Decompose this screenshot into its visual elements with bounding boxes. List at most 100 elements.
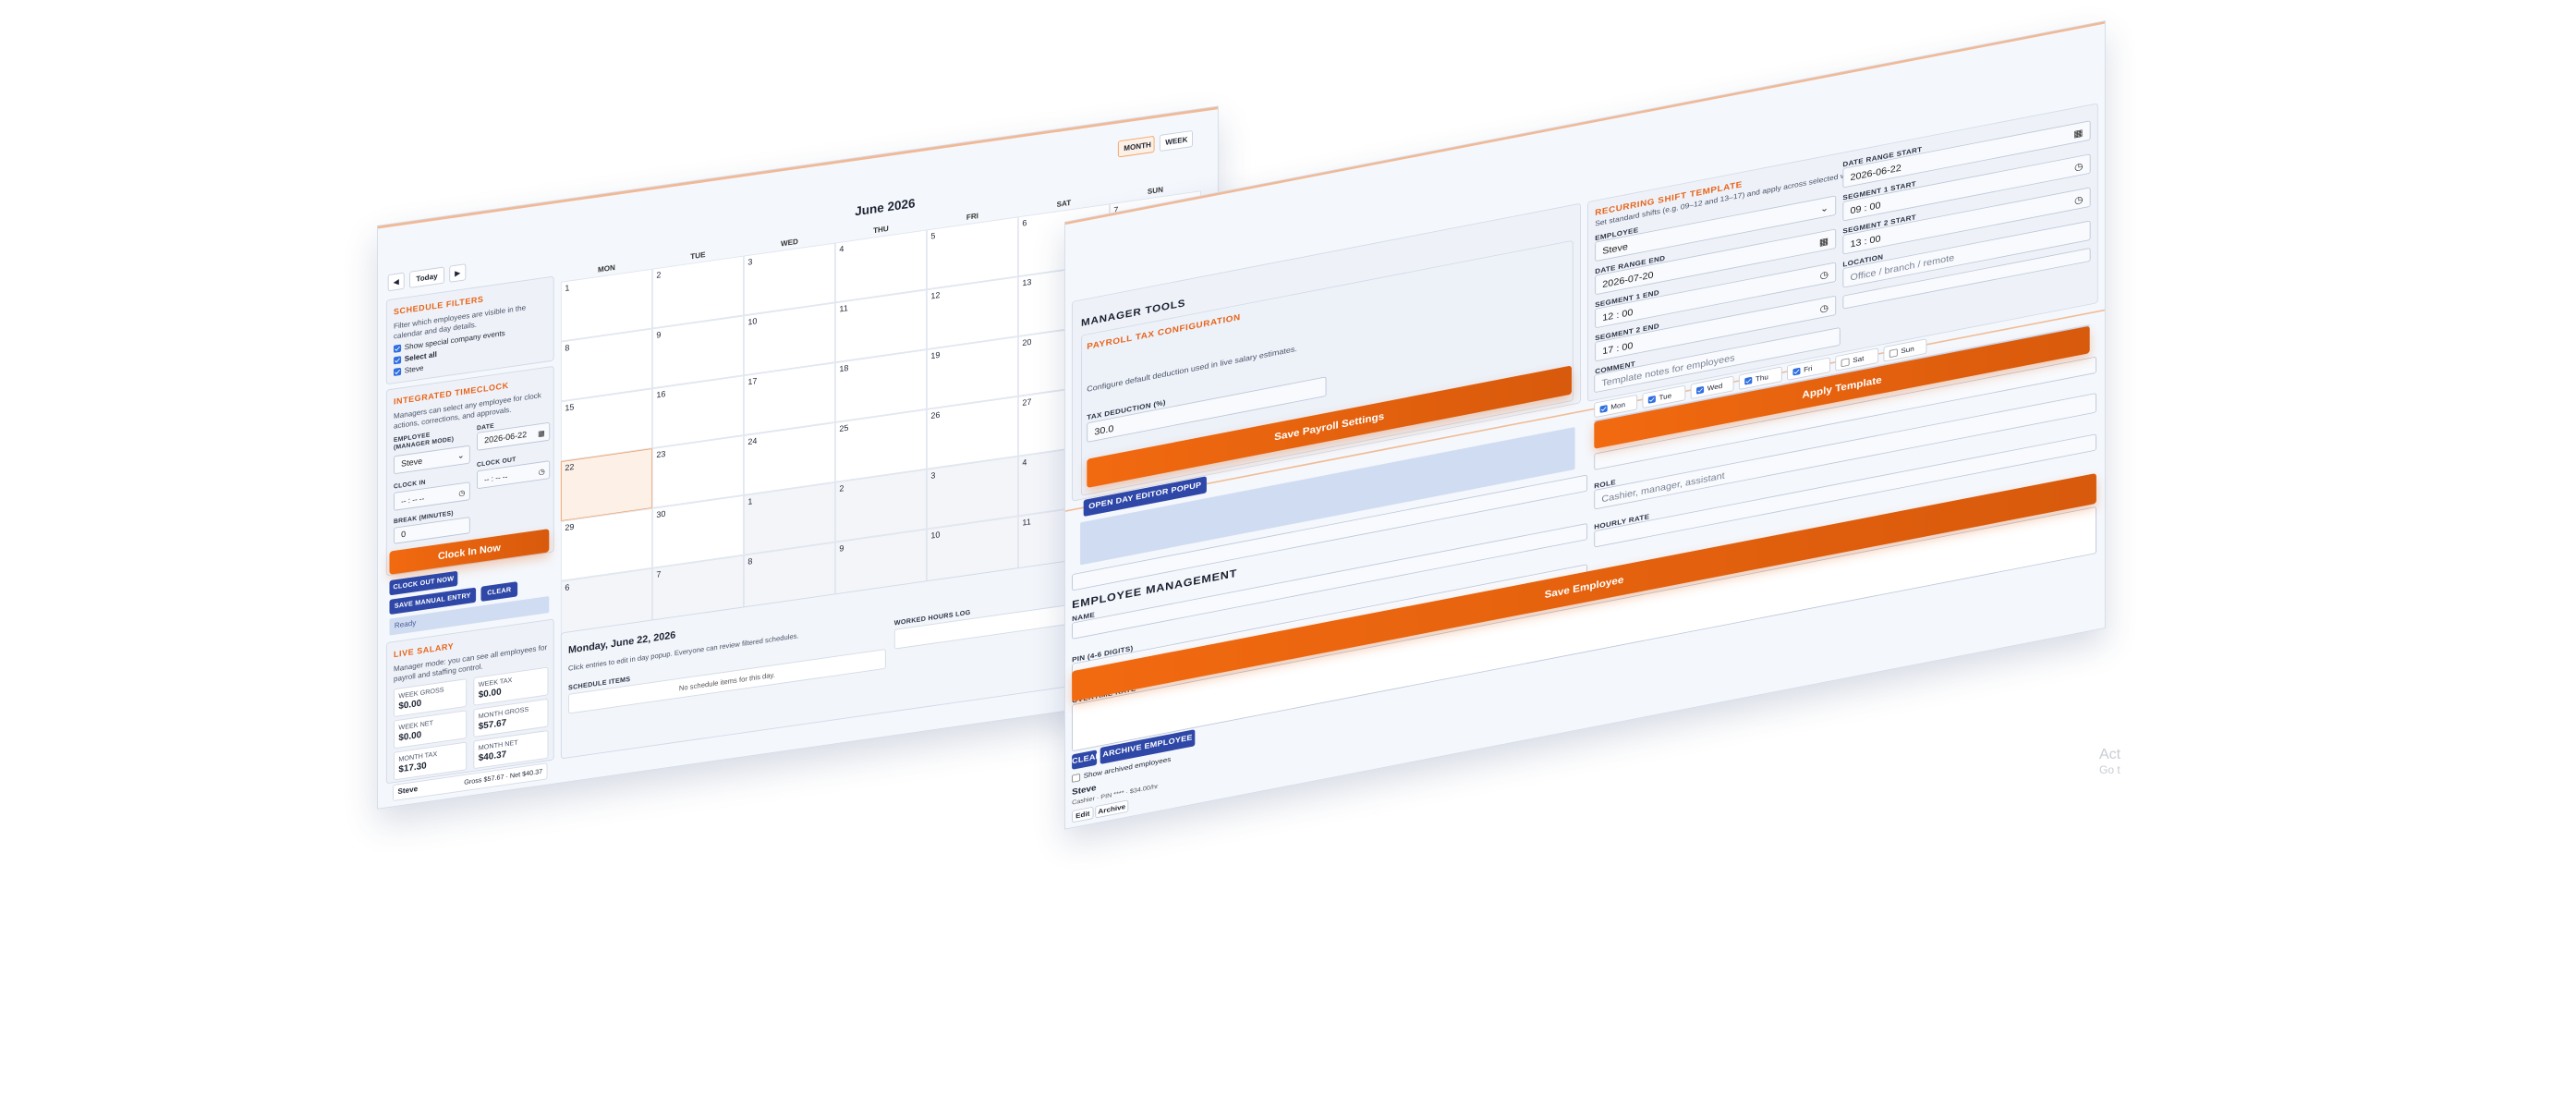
checkbox-icon <box>1744 376 1753 385</box>
calendar-icon: ▦ <box>2073 127 2084 140</box>
calendar-day-number: 30 <box>656 509 666 520</box>
checkbox-icon <box>394 356 402 365</box>
range-end-value: 2026-07-20 <box>1602 269 1654 290</box>
clock-out-value: -- : -- -- <box>484 472 508 484</box>
select-all-checkbox[interactable]: Select all <box>394 350 437 365</box>
watermark-line1: Act <box>2099 747 2121 762</box>
checkbox-icon <box>1889 347 1898 358</box>
checkbox-icon <box>1072 773 1081 783</box>
employee-clear-button[interactable]: CLEAR <box>1072 749 1101 770</box>
calendar-day-number: 10 <box>747 316 758 328</box>
calendar-day-number: 17 <box>747 376 758 388</box>
calendar-day-number: 6 <box>565 583 570 593</box>
calendar-day-number: 2 <box>839 484 844 494</box>
prev-month-button[interactable]: ◀ <box>387 272 405 292</box>
seg2-end-value: 17 : 00 <box>1602 339 1634 357</box>
day-chip-label: Tue <box>1659 391 1672 402</box>
checkbox-icon <box>1647 395 1656 404</box>
recurring-employee-value: Steve <box>1602 240 1628 257</box>
calendar-day-number: 29 <box>565 522 575 533</box>
calendar-day-number: 27 <box>1022 397 1032 408</box>
month-grid: MON TUE WED THU FRI SAT SUN 1 2 3 4 5 6 7 8 9 10 1… <box>378 106 1218 641</box>
calendar-day-number: 1 <box>747 497 753 507</box>
calendar-day-number: 23 <box>656 449 666 460</box>
day-chip-label: Thu <box>1755 372 1768 384</box>
calendar-day-number: 8 <box>565 343 570 354</box>
today-button[interactable]: Today <box>409 266 444 288</box>
clock-in-value: -- : -- -- <box>401 494 425 506</box>
calendar-day-number: 1 <box>565 284 570 294</box>
live-salary-card: LIVE SALARY Manager mode: you can see al… <box>385 618 554 785</box>
clock-icon: ◷ <box>458 488 466 498</box>
calendar-day-number: 10 <box>930 530 941 542</box>
overtime-rate-input[interactable] <box>1072 506 2096 752</box>
edit-employee-button[interactable]: Edit <box>1072 806 1094 823</box>
select-all-label: Select all <box>404 349 437 363</box>
seg2-start-value: 13 : 00 <box>1850 233 1881 250</box>
calendar-day-number: 16 <box>656 389 666 401</box>
day-chip-label: Wed <box>1707 382 1723 393</box>
calendar-day-number: 11 <box>839 304 848 315</box>
next-month-button[interactable]: ▶ <box>449 263 467 283</box>
chevron-down-icon: ⌄ <box>456 450 465 461</box>
clock-icon: ◷ <box>2074 193 2084 207</box>
clock-icon: ◷ <box>538 467 545 477</box>
timeclock-clear-button[interactable]: CLEAR <box>480 581 518 602</box>
calendar-day-number: 9 <box>656 330 662 341</box>
day-chip-label: Sat <box>1853 354 1865 365</box>
calendar-icon: ▦ <box>1818 235 1829 249</box>
employee-select-value: Steve <box>401 457 423 469</box>
manager-panel: MANAGER TOOLS PAYROLL TAX CONFIGURATION … <box>1064 20 2106 830</box>
calendar-day-number: 12 <box>930 290 941 302</box>
day-chip-label: Sun <box>1901 344 1914 355</box>
calendar-day-number: 9 <box>839 543 844 554</box>
employee-filter-checkbox[interactable]: Steve <box>394 363 424 377</box>
calendar-day-number: 3 <box>747 257 753 268</box>
checkbox-icon <box>394 367 402 377</box>
seg1-end-value: 12 : 00 <box>1602 306 1634 323</box>
date-input-value: 2026-06-22 <box>484 430 528 446</box>
calendar-day-number: 7 <box>656 569 662 580</box>
archive-employee-small-button[interactable]: Archive <box>1095 799 1129 819</box>
calendar-day-number: 6 <box>1022 218 1027 229</box>
calendar-day-number: 26 <box>930 410 941 421</box>
calendar-day-number: 4 <box>1022 457 1027 469</box>
checkbox-icon <box>394 344 402 353</box>
calendar-day-number: 22 <box>565 462 575 474</box>
calendar-day-number: 19 <box>930 350 941 361</box>
chevron-down-icon: ⌄ <box>1820 201 1829 214</box>
employee-salary-name: Steve <box>397 784 419 796</box>
calendar-day-number: 25 <box>839 423 849 434</box>
month-view-button[interactable]: MONTH <box>1117 135 1155 158</box>
day-chip-label: Fri <box>1804 364 1813 374</box>
checkbox-icon <box>1599 405 1608 414</box>
timeclock-status: Ready <box>394 618 417 630</box>
checkbox-icon <box>1841 358 1850 367</box>
calendar-day-number: 13 <box>1022 277 1032 289</box>
calendar-day-number: 4 <box>839 244 844 255</box>
calendar-day-number: 2 <box>656 270 662 281</box>
week-view-button[interactable]: WEEK <box>1159 129 1193 152</box>
calendar-day-number: 18 <box>839 363 849 375</box>
seg1-start-value: 09 : 00 <box>1850 199 1881 216</box>
calendar-day-number: 11 <box>1022 518 1031 529</box>
clock-icon: ◷ <box>1819 268 1829 282</box>
calendar-day-number: 5 <box>930 231 936 242</box>
checkbox-icon <box>1696 385 1705 395</box>
clock-icon: ◷ <box>1819 301 1829 315</box>
calendar-icon: ▦ <box>538 428 545 438</box>
watermark-line2: Go t <box>2099 763 2120 776</box>
calendar-day-number: 24 <box>747 436 758 447</box>
clock-icon: ◷ <box>2074 160 2084 173</box>
calendar-day-number: 8 <box>747 556 753 567</box>
calendar-day-number: 3 <box>930 470 936 481</box>
day-chip-label: Mon <box>1610 400 1626 411</box>
employee-filter-label: Steve <box>404 363 424 375</box>
calendar-day-number: 15 <box>565 402 575 414</box>
stat-month-tax: MONTH TAX $17.30 <box>394 741 468 781</box>
checkbox-icon <box>1792 367 1801 376</box>
activation-watermark: Act Go t <box>2099 747 2120 776</box>
employee-select[interactable]: Steve ⌄ <box>394 445 470 475</box>
range-start-value: 2026-06-22 <box>1850 162 1902 183</box>
calendar-day-number: 20 <box>1022 337 1032 348</box>
